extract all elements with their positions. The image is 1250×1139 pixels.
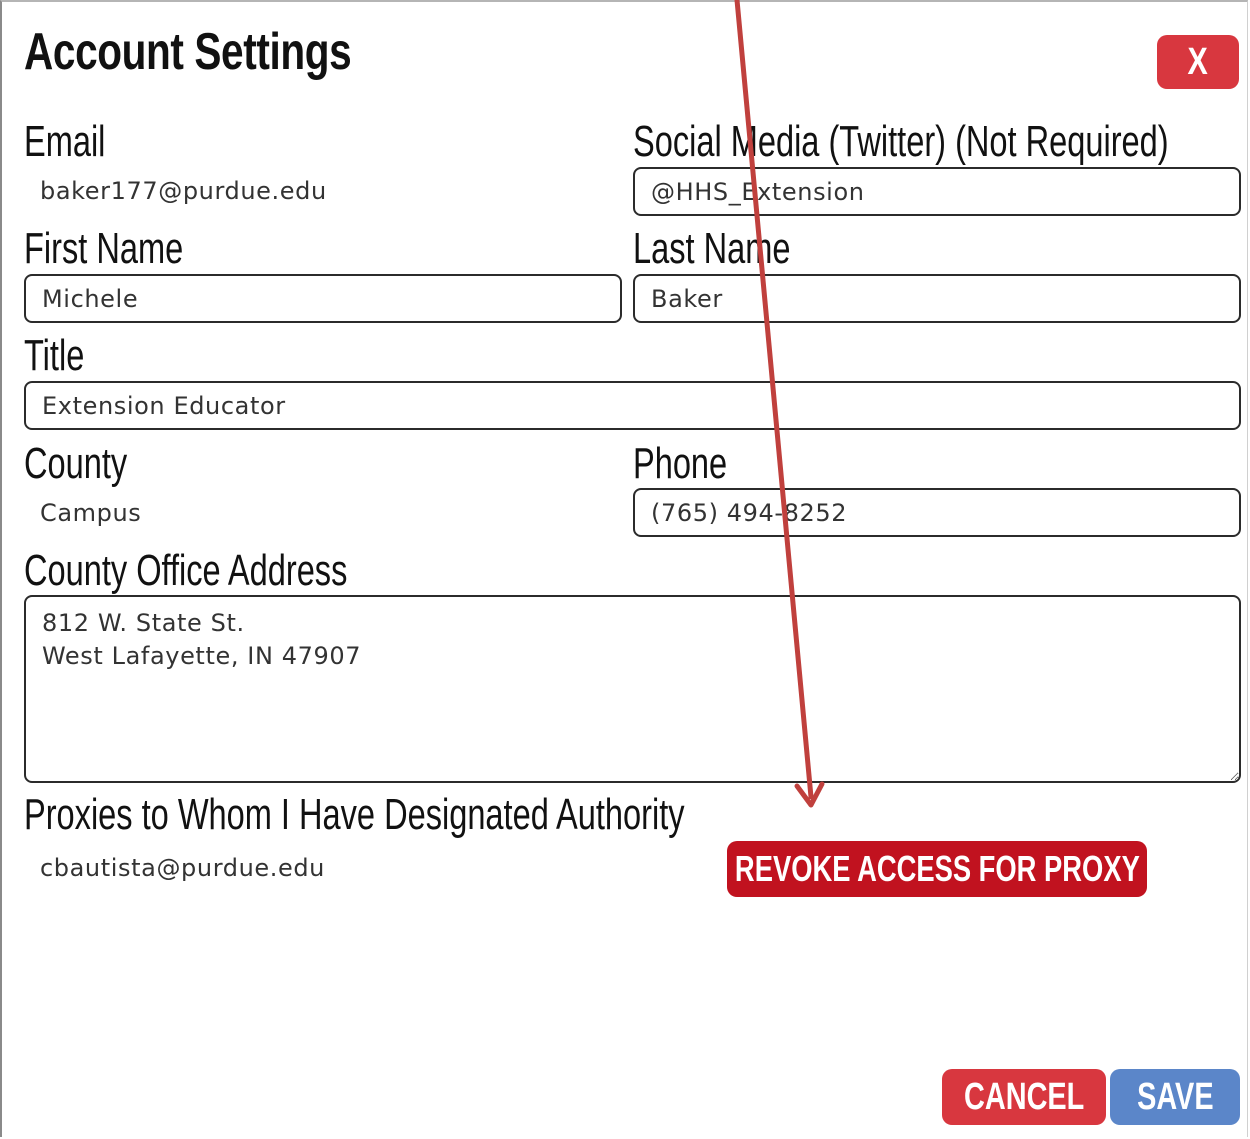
title-label: Title (24, 331, 85, 380)
save-button[interactable]: SAVE (1110, 1069, 1240, 1125)
social-media-input[interactable] (633, 167, 1241, 216)
last-name-label: Last Name (633, 224, 791, 273)
close-button[interactable]: X (1157, 35, 1239, 89)
cancel-button-label: CANCEL (963, 1075, 1085, 1118)
email-value: baker177@purdue.edu (40, 177, 327, 205)
cancel-button[interactable]: CANCEL (942, 1069, 1106, 1125)
account-settings-dialog: Account Settings X Email baker177@purdue… (0, 0, 1248, 1137)
proxies-label: Proxies to Whom I Have Designated Author… (24, 790, 685, 839)
revoke-access-label: REVOKE ACCESS FOR PROXY (734, 848, 1140, 889)
title-input[interactable] (24, 381, 1241, 430)
revoke-access-button[interactable]: REVOKE ACCESS FOR PROXY (727, 841, 1147, 897)
county-office-address-input[interactable]: 812 W. State St. West Lafayette, IN 4790… (24, 595, 1241, 783)
county-office-address-label: County Office Address (24, 546, 348, 595)
county-value: Campus (40, 499, 142, 527)
social-media-label: Social Media (Twitter) (Not Required) (633, 117, 1169, 166)
proxy-email: cbautista@purdue.edu (40, 854, 325, 882)
email-label: Email (24, 117, 106, 166)
first-name-input[interactable] (24, 274, 622, 323)
phone-input[interactable] (633, 488, 1241, 537)
dialog-title: Account Settings (24, 23, 352, 81)
county-label: County (24, 439, 128, 488)
first-name-label: First Name (24, 224, 184, 273)
close-button-label: X (1187, 40, 1209, 83)
phone-label: Phone (633, 439, 728, 488)
save-button-label: SAVE (1136, 1075, 1214, 1118)
last-name-input[interactable] (633, 274, 1241, 323)
